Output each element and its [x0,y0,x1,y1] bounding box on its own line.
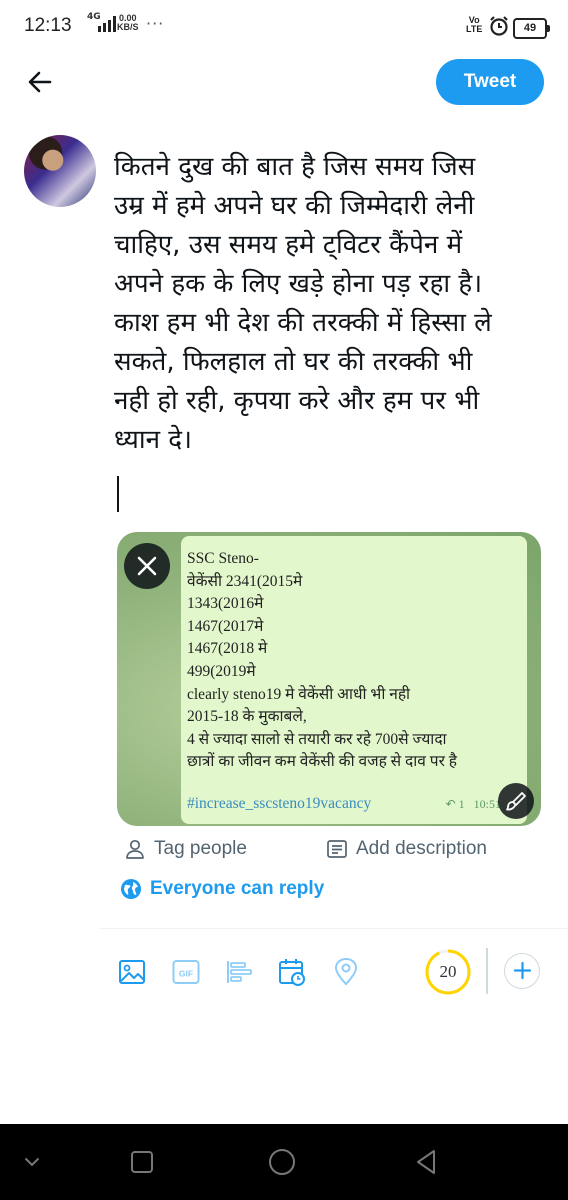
reply-settings-button[interactable]: Everyone can reply [120,878,324,900]
add-tweet-button[interactable] [504,953,540,989]
character-counter: 20 [424,948,472,996]
message-line: 1467(2017मे [187,617,264,635]
message-line: छात्रों का जीवन कम वेकेंसी की वजह से दाव… [187,753,458,771]
location-icon[interactable] [332,957,360,987]
back-arrow-icon[interactable] [24,66,56,98]
status-bar: 12:13 4G 0.00 KB/S ··· Vo LTE 49 [0,0,568,58]
text-cursor [117,476,119,512]
message-bubble: SSC Steno- वेकेंसी 2341(2015मे 1343(2016… [181,536,527,824]
tag-people-button[interactable]: Tag people [124,838,247,860]
image-icon[interactable] [118,957,146,987]
plus-icon [513,961,531,980]
counter-value: 20 [439,962,457,981]
tweet-button[interactable]: Tweet [436,59,544,105]
status-time: 12:13 [24,15,72,36]
gif-label: GIF [179,969,193,979]
toolbar-separator [486,948,488,994]
attached-image[interactable]: SSC Steno- वेकेंसी 2341(2015मे 1343(2016… [117,532,541,826]
message-line: clearly steno19 मे वेकेंसी आधी भी नही [187,685,411,703]
forward-icon: ↶ [445,797,456,812]
brush-icon [506,792,526,811]
volte-indicator: Vo LTE [466,15,483,34]
add-description-button[interactable]: Add description [326,838,487,860]
alarm-icon [490,16,508,36]
message-meta: ↶ 1 10:51 [446,793,501,816]
chevron-down-icon[interactable] [18,1148,46,1176]
divider [100,928,568,929]
schedule-icon[interactable] [278,957,306,987]
avatar [24,135,96,207]
person-icon [126,839,144,859]
hashtag: #increase_sscsteno19vacancy [187,795,372,813]
edit-media-button[interactable] [498,783,534,819]
add-description-label: Add description [356,838,487,859]
message-line: वेकेंसी 2341(2015मे [187,572,303,590]
remove-media-button[interactable] [124,543,170,589]
signal-icon [98,16,116,32]
tag-people-label: Tag people [154,838,247,859]
reply-count: 1 [458,797,465,812]
message-line: SSC Steno- [187,550,259,567]
battery-indicator: 49 [513,18,550,39]
message-line: 499(2019मे [187,662,256,680]
message-line: 1343(2016मे [187,595,264,613]
message-line: 4 से ज्यादा सालो से तयारी कर रहे 700से ज… [187,730,447,748]
message-line: 1467(2018 मे [187,640,268,658]
description-icon [327,840,347,858]
more-notifications-icon: ··· [146,14,165,33]
message-time: 10:51 [473,797,501,812]
poll-icon[interactable] [226,957,254,987]
globe-icon [121,879,141,899]
back-icon[interactable] [412,1148,440,1176]
network-speed: 0.00 KB/S [117,13,139,32]
everyone-can-reply-label: Everyone can reply [150,878,325,899]
recents-icon[interactable] [128,1148,156,1176]
tweet-text-input[interactable]: कितने दुख की बात है जिस समय जिस उम्र में… [114,148,554,460]
home-icon[interactable] [268,1148,296,1176]
close-icon [137,556,157,576]
gif-icon[interactable]: GIF [172,957,200,987]
message-line: 2015-18 के मुकाबले, [187,708,307,726]
system-navigation-bar [0,1124,568,1200]
